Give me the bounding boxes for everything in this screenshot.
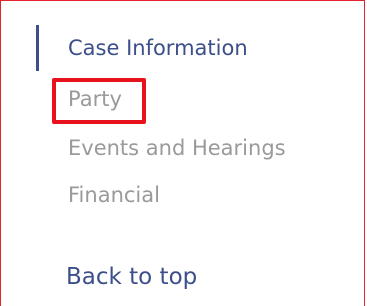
nav-item-case-information[interactable]: Case Information — [68, 35, 248, 61]
nav-item-party[interactable]: Party — [68, 86, 122, 112]
nav-item-events-and-hearings[interactable]: Events and Hearings — [68, 135, 286, 161]
case-nav-panel: Case Information Party Events and Hearin… — [0, 0, 365, 306]
nav-item-financial[interactable]: Financial — [68, 182, 160, 208]
back-to-top-link[interactable]: Back to top — [66, 263, 197, 291]
active-indicator — [36, 25, 39, 71]
